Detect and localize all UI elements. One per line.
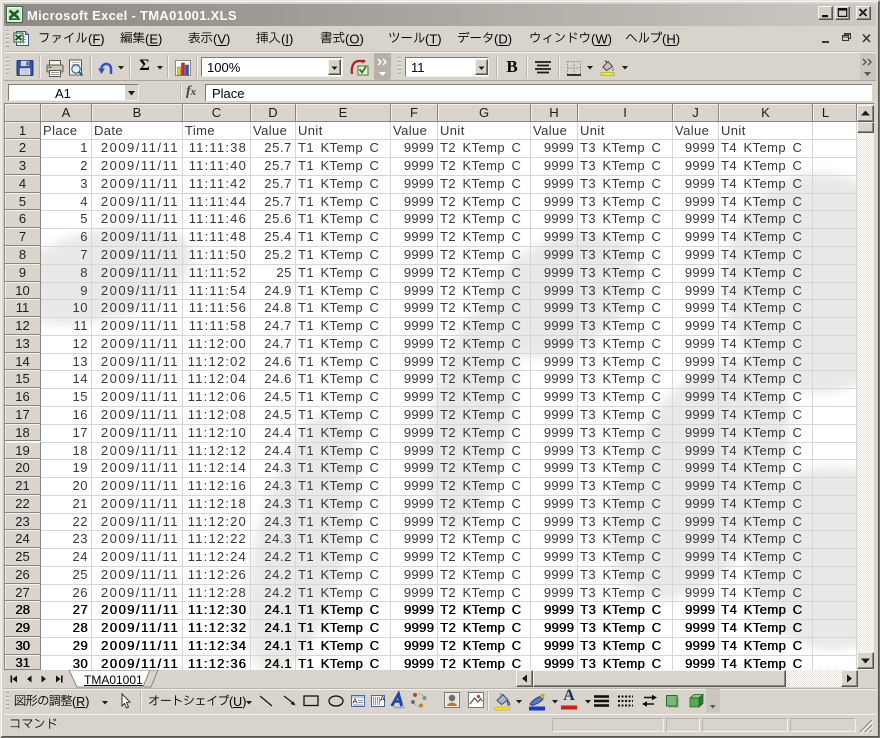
svg-text:A: A bbox=[380, 694, 385, 703]
svg-text:A: A bbox=[353, 697, 358, 706]
